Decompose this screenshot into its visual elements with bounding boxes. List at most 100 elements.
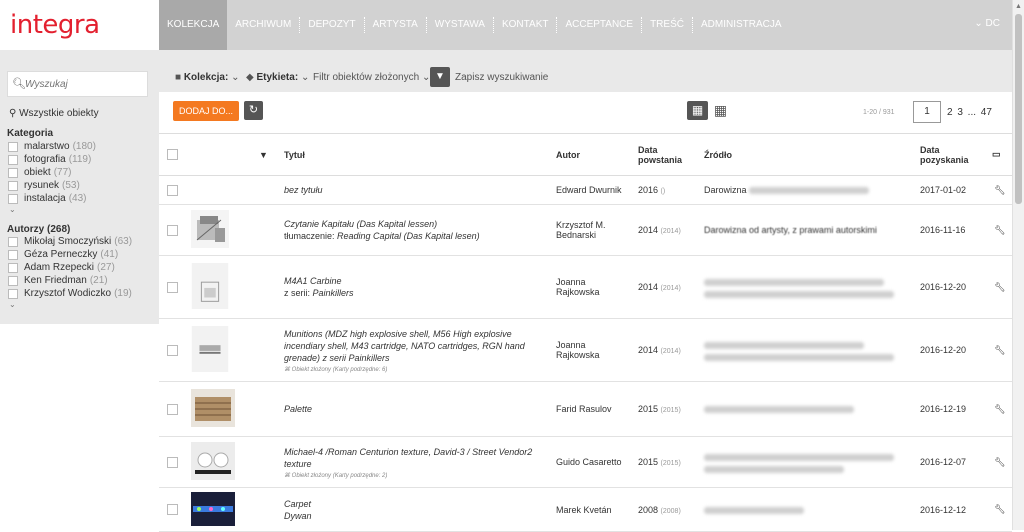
collection-dropdown[interactable]: ■ Kolekcja: ⌄	[175, 72, 239, 83]
expand-categories-icon[interactable]: ⌄	[9, 205, 16, 214]
thumbnail[interactable]	[187, 204, 255, 256]
year-value: 2008	[638, 504, 659, 515]
row-title[interactable]: Michael-4 /Roman Centurion texture, Davi…	[284, 446, 548, 470]
wrench-icon[interactable]: 🔧︎	[988, 175, 1012, 205]
nav-acceptance[interactable]: ACCEPTANCE	[557, 0, 641, 50]
row-title[interactable]: bez tytułu	[284, 184, 548, 196]
scroll-up-icon[interactable]: ▲	[1015, 3, 1022, 10]
artwork-thumbnail	[191, 389, 235, 427]
thumbnail[interactable]	[187, 436, 255, 488]
category-filter-item[interactable]: malarstwo (180)	[8, 141, 96, 152]
nav-artysta[interactable]: ARTYSTA	[365, 0, 426, 50]
nav-administracja[interactable]: ADMINISTRACJA	[693, 0, 790, 50]
checkbox[interactable]	[8, 236, 18, 247]
author-filter-item[interactable]: Mikołaj Smoczyński (63)	[8, 236, 132, 247]
table-row[interactable]: Munitions (MDZ high explosive shell, M56…	[159, 318, 1012, 382]
row-checkbox[interactable]	[167, 184, 178, 196]
row-title[interactable]: Czytanie Kapitału (Das Kapital lessen) tł…	[284, 218, 548, 242]
category-filter-item[interactable]: instalacja (43)	[8, 193, 87, 204]
nav-tresc[interactable]: TREŚĆ	[642, 0, 692, 50]
category-filter-item[interactable]: rysunek (53)	[8, 180, 80, 191]
nav-depozyt[interactable]: DEPOZYT	[300, 0, 363, 50]
filter-count: (41)	[100, 249, 119, 260]
filter-button[interactable]: ▼	[430, 67, 450, 87]
row-checkbox[interactable]	[167, 504, 178, 515]
checkbox[interactable]	[8, 180, 18, 191]
grid-view-button[interactable]: ▦	[712, 101, 729, 120]
all-objects-link[interactable]: ⚲ Wszystkie obiekty	[9, 108, 99, 119]
table-row[interactable]: Palette Farid Rasulov 2015 (2015) 2016-1…	[159, 381, 1012, 437]
year-sub: (2014)	[660, 228, 681, 235]
checkbox[interactable]	[8, 141, 18, 152]
checkbox[interactable]	[8, 167, 18, 178]
col-source[interactable]: Źródło	[700, 133, 916, 176]
row-checkbox[interactable]	[167, 281, 178, 293]
checkbox[interactable]	[8, 275, 18, 286]
author-filter-item[interactable]: Adam Rzepecki (27)	[8, 262, 115, 273]
nav-archiwum[interactable]: ARCHIWUM	[227, 0, 299, 50]
checkbox[interactable]	[8, 249, 18, 260]
complex-filter-dropdown[interactable]: Filtr obiektów złożonych ⌄	[313, 72, 430, 83]
nav-kolekcja[interactable]: KOLEKCJA	[159, 0, 228, 50]
artwork-thumbnail	[191, 326, 229, 372]
year-value: 2014	[638, 345, 659, 355]
save-search-link[interactable]: Zapisz wyszukiwanie	[455, 72, 548, 83]
col-date-acquired[interactable]: Data pozyskania	[916, 133, 988, 176]
table-row[interactable]: bez tytułu Edward Dwurnik 2016 () Darowi…	[159, 175, 1012, 205]
author-filter-item[interactable]: Krzysztof Wodiczko (19)	[8, 288, 132, 299]
wrench-icon[interactable]: 🔧︎	[988, 318, 1012, 382]
row-checkbox[interactable]	[167, 456, 178, 468]
expand-authors-icon[interactable]: ⌄	[9, 300, 16, 309]
table-row[interactable]: Carpet Dywan Marek Kvetán 2008 (2008) 201…	[159, 487, 1012, 532]
add-to-button[interactable]: DODAJ DO...	[173, 101, 239, 121]
wrench-icon[interactable]: 🔧︎	[988, 381, 1012, 437]
category-filter-item[interactable]: obiekt (77)	[8, 167, 71, 178]
filter-label: rysunek	[24, 180, 60, 191]
thumbnail[interactable]	[187, 487, 255, 532]
select-all-checkbox[interactable]	[167, 149, 178, 160]
thumbnail[interactable]	[187, 318, 255, 382]
row-title[interactable]: Palette	[284, 403, 548, 415]
checkbox[interactable]	[8, 288, 18, 299]
pagination-links[interactable]: 2 3 ... 47	[947, 107, 992, 118]
wrench-icon[interactable]: 🔧︎	[988, 436, 1012, 488]
table-row[interactable]: Czytanie Kapitału (Das Kapital lessen) tł…	[159, 204, 1012, 256]
column-settings-icon[interactable]: ▭	[988, 133, 1012, 176]
row-checkbox[interactable]	[167, 224, 178, 236]
row-checkbox[interactable]	[167, 403, 178, 415]
row-checkbox[interactable]	[167, 344, 178, 356]
nav-wystawa[interactable]: WYSTAWA	[427, 0, 493, 50]
category-filter-item[interactable]: fotografia (119)	[8, 154, 91, 165]
scrollbar-thumb[interactable]	[1015, 14, 1022, 204]
app-logo[interactable]: integra	[10, 10, 100, 40]
thumbnail[interactable]	[187, 255, 255, 319]
user-menu[interactable]: ⌄ DC	[974, 18, 1000, 29]
artwork-thumbnail	[191, 210, 229, 248]
checkbox[interactable]	[8, 193, 18, 204]
wrench-icon[interactable]: 🔧︎	[988, 255, 1012, 319]
thumbnail[interactable]	[187, 381, 255, 437]
row-source	[700, 487, 916, 532]
col-author[interactable]: Autor	[552, 133, 634, 176]
sort-toggle[interactable]: ▼	[255, 133, 280, 176]
wrench-icon[interactable]: 🔧︎	[988, 204, 1012, 256]
row-title[interactable]: Carpet Dywan	[284, 498, 548, 522]
page-scrollbar[interactable]: ▲	[1012, 0, 1024, 530]
checkbox[interactable]	[8, 262, 18, 273]
search-input[interactable]	[25, 75, 143, 93]
col-title[interactable]: Tytuł	[280, 133, 552, 176]
label-dropdown[interactable]: ◆ Etykieta: ⌄	[246, 72, 309, 83]
list-view-button[interactable]: ▦	[687, 101, 708, 120]
refresh-button[interactable]: ↻	[244, 101, 263, 120]
nav-kontakt[interactable]: KONTAKT	[494, 0, 556, 50]
col-date-created[interactable]: Data powstania	[634, 133, 700, 176]
checkbox[interactable]	[8, 154, 18, 165]
page-input[interactable]: 1	[913, 101, 941, 123]
table-row[interactable]: Michael-4 /Roman Centurion texture, Davi…	[159, 436, 1012, 488]
wrench-icon[interactable]: 🔧︎	[988, 487, 1012, 532]
row-title[interactable]: M4A1 Carbine z serii: Painkillers	[284, 275, 548, 299]
row-title[interactable]: Munitions (MDZ high explosive shell, M56…	[284, 328, 548, 364]
author-filter-item[interactable]: Géza Perneczky (41)	[8, 249, 118, 260]
table-row[interactable]: M4A1 Carbine z serii: Painkillers Joanna …	[159, 255, 1012, 319]
author-filter-item[interactable]: Ken Friedman (21)	[8, 275, 108, 286]
